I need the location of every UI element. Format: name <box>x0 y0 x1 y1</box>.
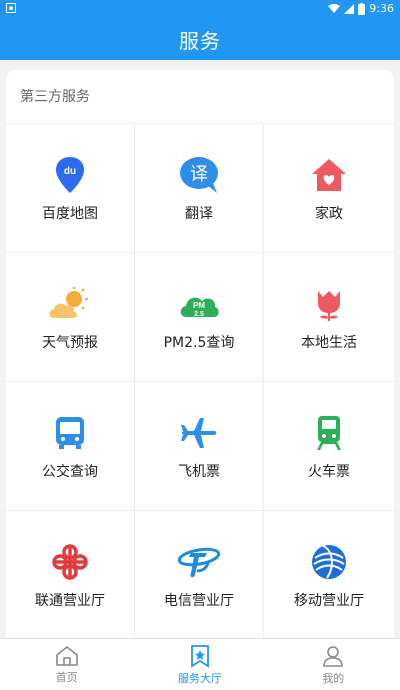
translate-icon: 译 <box>177 153 221 197</box>
battery-icon <box>358 2 366 15</box>
service-plane[interactable]: 飞机票 <box>135 382 264 511</box>
service-telecom[interactable]: 电信营业厅 <box>135 511 264 640</box>
tab-label: 服务大厅 <box>177 671 222 685</box>
services-grid: du 百度地图 译 翻译 家政 天气预报 PM 2.5 PM2.5查询 本地生活… <box>6 124 394 640</box>
service-label: 家政 <box>315 206 343 222</box>
tab-label: 我的 <box>322 671 345 685</box>
tab-service-hall[interactable]: 服务大厅 <box>133 639 266 690</box>
status-icons: 9:36 <box>328 2 394 15</box>
local-life-icon <box>307 282 351 326</box>
notification-icon: ▪ <box>6 3 16 13</box>
telecom-icon <box>177 540 221 584</box>
signal-icon <box>344 3 355 14</box>
svg-text:译: 译 <box>190 164 208 185</box>
service-baidu-map[interactable]: du 百度地图 <box>6 124 135 253</box>
service-label: 电信营业厅 <box>164 593 234 609</box>
service-label: 天气预报 <box>42 335 98 351</box>
service-label: 飞机票 <box>178 464 220 480</box>
profile-icon <box>323 645 344 667</box>
service-bus[interactable]: 公交查询 <box>6 382 135 511</box>
service-label: 火车票 <box>308 464 350 480</box>
svg-text:PM: PM <box>193 301 205 310</box>
service-hall-icon <box>191 644 209 668</box>
status-time: 9:36 <box>369 2 394 15</box>
service-pm25[interactable]: PM 2.5 PM2.5查询 <box>135 253 264 382</box>
service-label: 移动营业厅 <box>294 593 364 609</box>
unicom-icon <box>48 540 92 584</box>
service-label: PM2.5查询 <box>163 335 235 351</box>
home-icon <box>55 645 78 666</box>
section-title: 第三方服务 <box>6 70 394 124</box>
service-translate[interactable]: 译 翻译 <box>135 124 264 253</box>
tab-profile[interactable]: 我的 <box>267 639 400 690</box>
service-label: 翻译 <box>185 206 213 222</box>
baidu-map-icon: du <box>48 153 92 197</box>
service-unicom[interactable]: 联通营业厅 <box>6 511 135 640</box>
home-service-icon <box>307 153 351 197</box>
service-label: 本地生活 <box>301 335 357 351</box>
service-mobile[interactable]: 移动营业厅 <box>264 511 394 640</box>
tab-home[interactable]: 首页 <box>0 639 133 690</box>
service-home[interactable]: 家政 <box>264 124 394 253</box>
weather-icon <box>48 282 92 326</box>
service-train[interactable]: 火车票 <box>264 382 394 511</box>
mobile-icon <box>307 540 351 584</box>
svg-text:du: du <box>64 166 76 177</box>
status-bar: ▪ 9:36 <box>0 0 400 18</box>
service-label: 公交查询 <box>42 464 98 480</box>
service-weather[interactable]: 天气预报 <box>6 253 135 382</box>
plane-icon <box>177 411 221 455</box>
title-bar: 服务 <box>0 18 400 60</box>
train-icon <box>307 411 351 455</box>
bus-icon <box>48 411 92 455</box>
bottom-tab-bar: 首页 服务大厅 我的 <box>0 638 400 690</box>
tab-label: 首页 <box>55 670 78 684</box>
service-label: 联通营业厅 <box>35 593 105 609</box>
wifi-icon <box>328 3 341 13</box>
services-card: 第三方服务 du 百度地图 译 翻译 家政 天气预报 PM 2.5 PM2.5查… <box>6 70 394 650</box>
svg-text:2.5: 2.5 <box>194 311 204 318</box>
service-local-life[interactable]: 本地生活 <box>264 253 394 382</box>
pm25-icon: PM 2.5 <box>177 282 221 326</box>
service-label: 百度地图 <box>42 206 98 222</box>
page-title: 服务 <box>179 28 221 53</box>
